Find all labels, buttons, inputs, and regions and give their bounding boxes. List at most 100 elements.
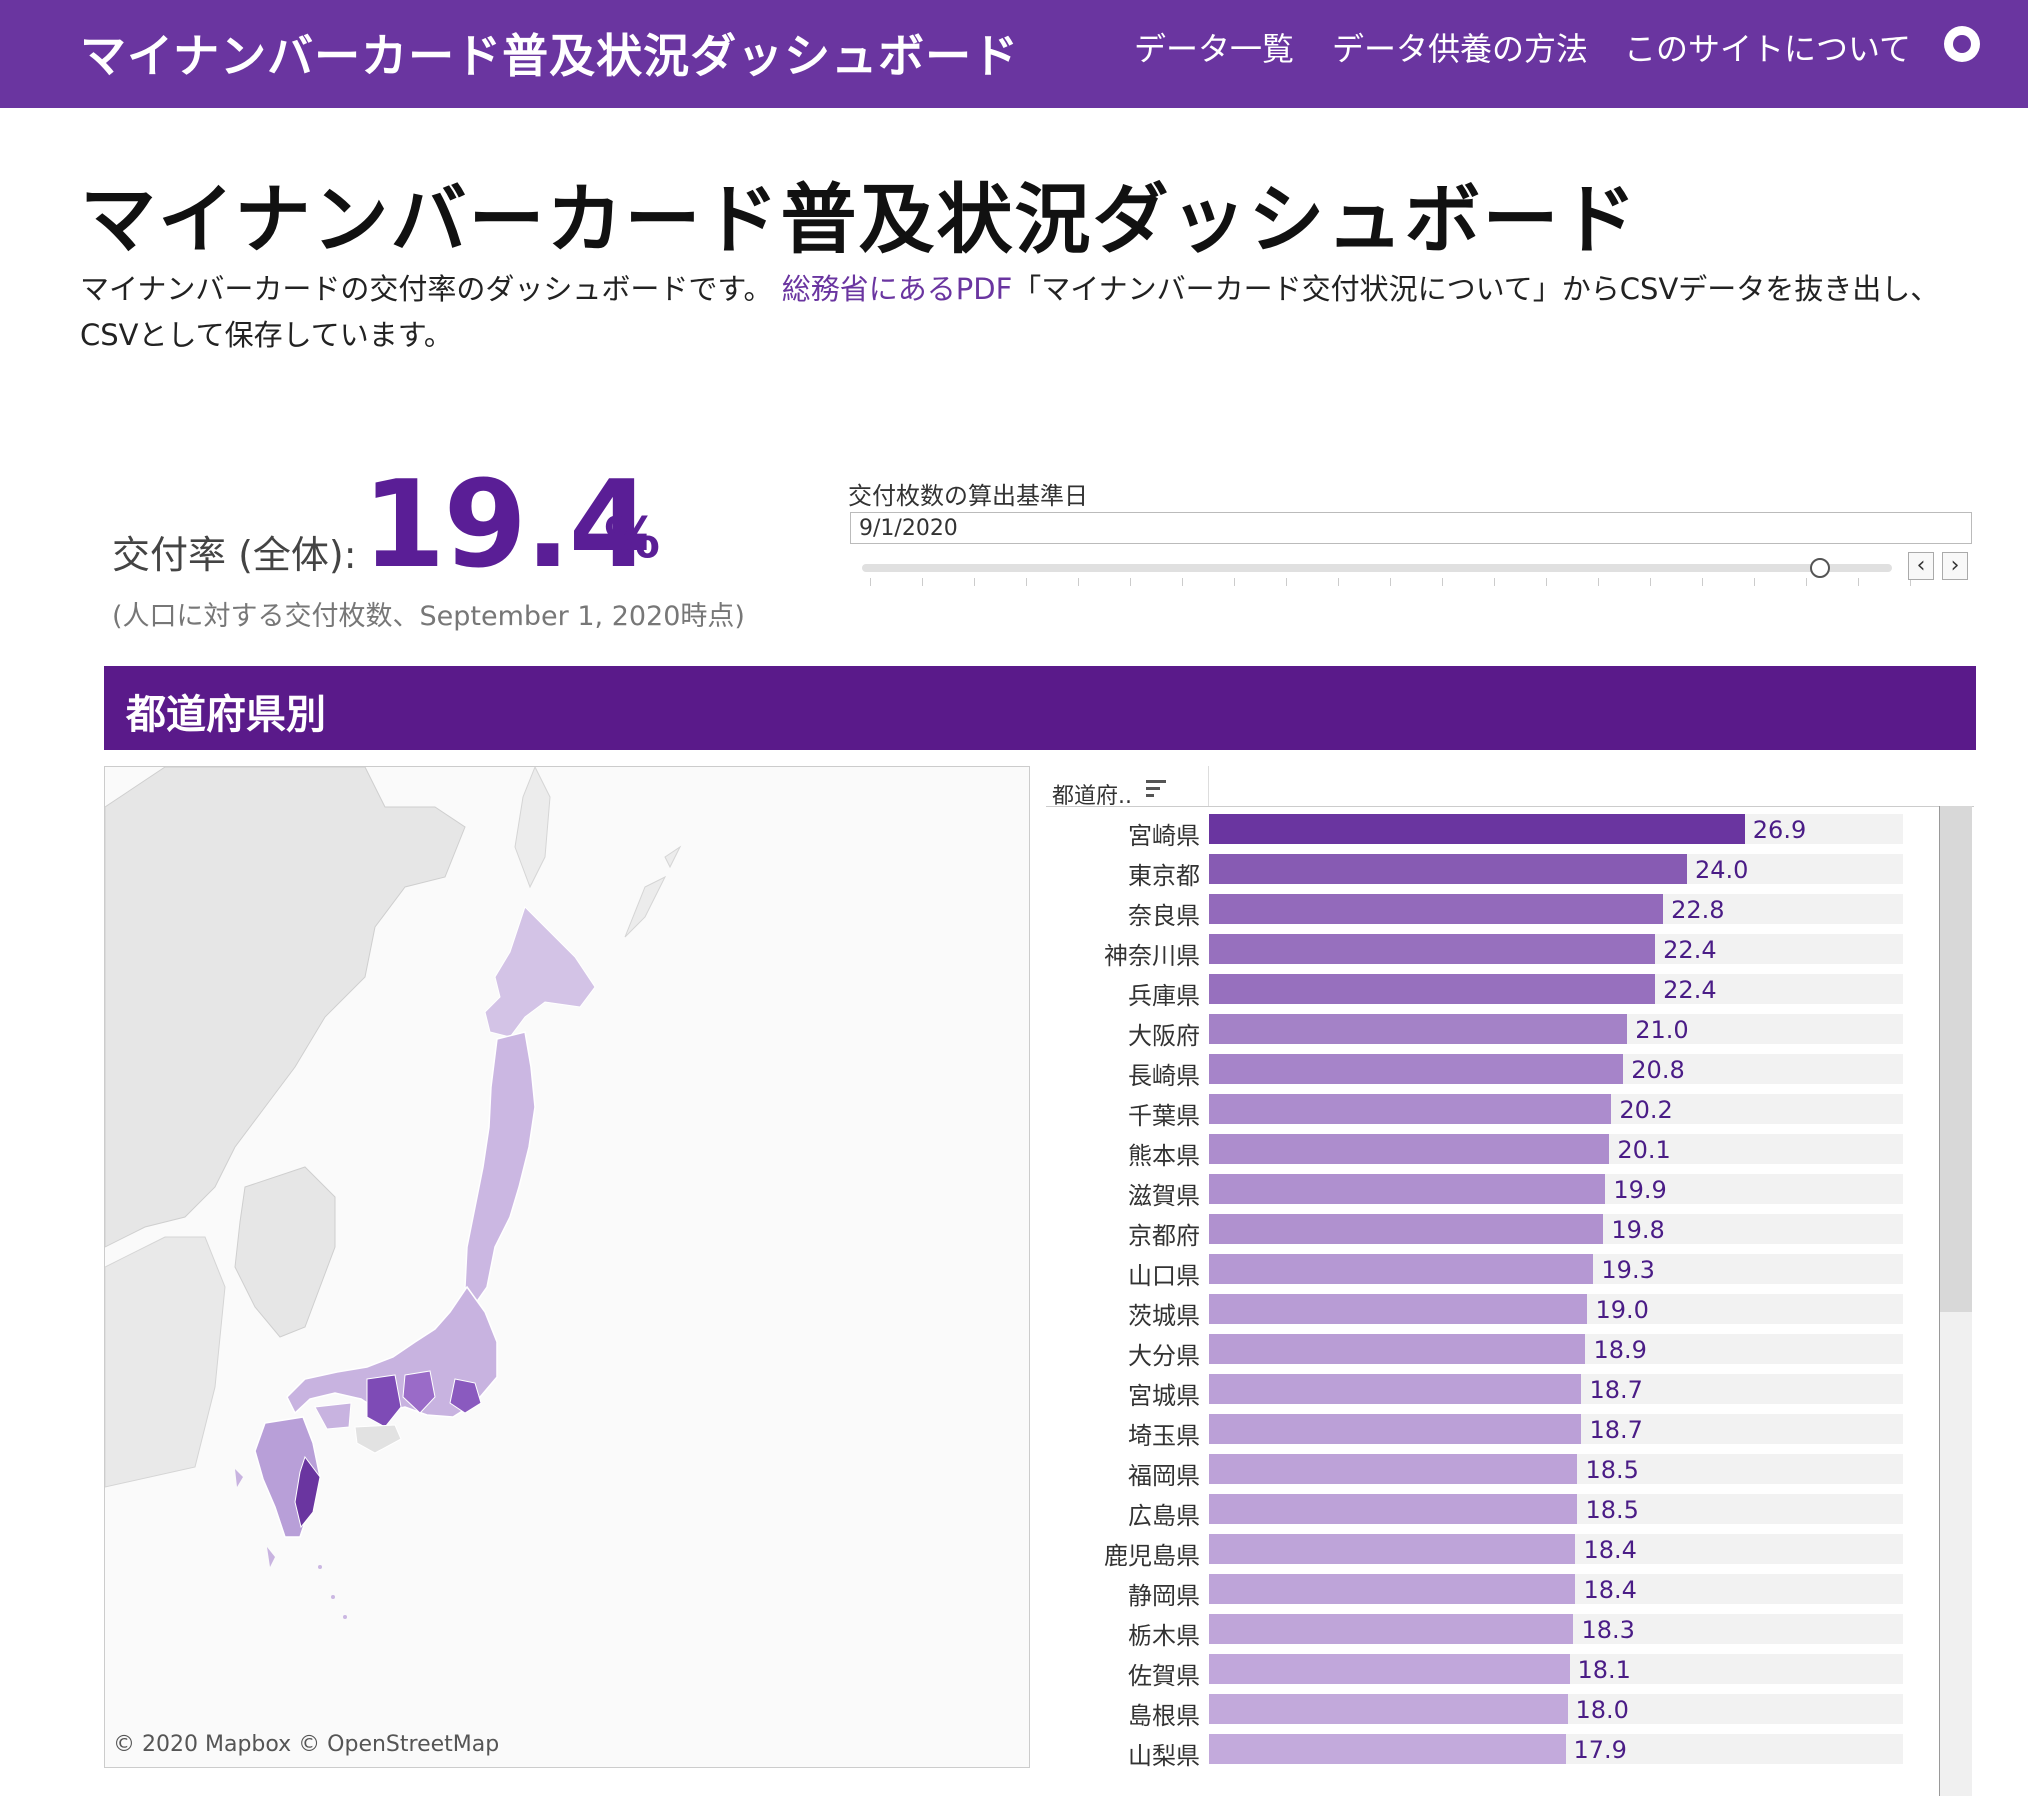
page-title: マイナンバーカード普及状況ダッシュボード bbox=[80, 175, 1639, 264]
header-underline bbox=[1046, 806, 1974, 807]
date-slider-track[interactable] bbox=[862, 564, 1892, 572]
slider-tick bbox=[1858, 578, 1859, 586]
slider-tick bbox=[974, 578, 975, 586]
bar-value-label: 19.3 bbox=[1601, 1256, 1655, 1284]
bar-row[interactable]: 千葉県 20.2 bbox=[1046, 1090, 1936, 1130]
kpi-label: 交付率 (全体): bbox=[112, 533, 357, 577]
bar-mark[interactable] bbox=[1209, 1694, 1568, 1724]
bar-row[interactable]: 熊本県 20.1 bbox=[1046, 1130, 1936, 1170]
bar-mark[interactable] bbox=[1209, 1494, 1578, 1524]
top-navbar: マイナンバーカード普及状況ダッシュボード データ一覧 データ供養の方法 このサイ… bbox=[0, 0, 2028, 108]
bar-value-label: 18.4 bbox=[1583, 1536, 1637, 1564]
bar-value-label: 26.9 bbox=[1752, 816, 1807, 844]
kpi-unit: % bbox=[604, 506, 661, 571]
bar-row[interactable]: 宮崎県 26.9 bbox=[1046, 810, 1936, 850]
bar-mark[interactable] bbox=[1209, 1014, 1628, 1044]
site-brand[interactable]: マイナンバーカード普及状況ダッシュボード bbox=[80, 20, 1019, 86]
bar-value-label: 17.9 bbox=[1573, 1736, 1627, 1764]
bar-value-label: 20.1 bbox=[1617, 1136, 1671, 1164]
prefecture-map[interactable]: © 2020 Mapbox © OpenStreetMap bbox=[104, 766, 1030, 1768]
date-filter-input[interactable] bbox=[850, 512, 1972, 544]
bar-row[interactable]: 島根県 18.0 bbox=[1046, 1690, 1936, 1730]
bar-mark[interactable] bbox=[1209, 1054, 1624, 1084]
bar-row[interactable]: 茨城県 19.0 bbox=[1046, 1290, 1936, 1330]
bar-row[interactable]: 山口県 19.3 bbox=[1046, 1250, 1936, 1290]
map-attribution: © 2020 Mapbox © OpenStreetMap bbox=[113, 1732, 500, 1757]
next-date-button[interactable]: › bbox=[1942, 552, 1968, 580]
bar-value-label: 19.9 bbox=[1613, 1176, 1667, 1204]
bar-row[interactable]: 東京都 24.0 bbox=[1046, 850, 1936, 890]
slider-tick bbox=[1234, 578, 1235, 586]
bar-row[interactable]: 大分県 18.9 bbox=[1046, 1330, 1936, 1370]
bar-row-label: 宮崎県 bbox=[1128, 822, 1200, 850]
bar-value-label: 18.7 bbox=[1589, 1376, 1643, 1404]
bar-row[interactable]: 栃木県 18.3 bbox=[1046, 1610, 1936, 1650]
github-icon[interactable] bbox=[1944, 26, 1980, 62]
bar-row[interactable]: 京都府 19.8 bbox=[1046, 1210, 1936, 1250]
bar-row[interactable]: 広島県 18.5 bbox=[1046, 1490, 1936, 1530]
bar-value-label: 21.0 bbox=[1635, 1016, 1689, 1044]
slider-tick bbox=[1546, 578, 1547, 586]
bar-mark[interactable] bbox=[1209, 934, 1656, 964]
slider-tick bbox=[1494, 578, 1495, 586]
slider-tick bbox=[1598, 578, 1599, 586]
bar-row[interactable]: 佐賀県 18.1 bbox=[1046, 1650, 1936, 1690]
bar-mark[interactable] bbox=[1209, 1134, 1610, 1164]
bar-mark[interactable] bbox=[1209, 974, 1656, 1004]
bar-mark[interactable] bbox=[1209, 1214, 1604, 1244]
bar-row[interactable]: 兵庫県 22.4 bbox=[1046, 970, 1936, 1010]
bar-mark[interactable] bbox=[1209, 1174, 1606, 1204]
bar-value-label: 18.7 bbox=[1589, 1416, 1643, 1444]
bar-row-label: 東京都 bbox=[1128, 862, 1200, 890]
bar-mark[interactable] bbox=[1209, 1534, 1576, 1564]
bar-mark[interactable] bbox=[1209, 1734, 1566, 1764]
bar-value-label: 18.0 bbox=[1575, 1696, 1629, 1724]
bar-mark[interactable] bbox=[1209, 894, 1664, 924]
bar-row[interactable]: 神奈川県 22.4 bbox=[1046, 930, 1936, 970]
bar-mark[interactable] bbox=[1209, 1294, 1588, 1324]
nav-link-about[interactable]: このサイトについて bbox=[1624, 24, 1911, 70]
bar-row-label: 滋賀県 bbox=[1128, 1182, 1200, 1210]
bar-mark[interactable] bbox=[1209, 1374, 1582, 1404]
bar-row[interactable]: 鹿児島県 18.4 bbox=[1046, 1530, 1936, 1570]
mic-pdf-link[interactable]: 総務省にあるPDF bbox=[782, 272, 1013, 306]
slider-tick bbox=[1806, 578, 1807, 586]
bar-row[interactable]: 静岡県 18.4 bbox=[1046, 1570, 1936, 1610]
bar-row-label: 栃木県 bbox=[1128, 1622, 1200, 1650]
nav-link-data-offering[interactable]: データ供養の方法 bbox=[1332, 24, 1588, 70]
bar-row-label: 福岡県 bbox=[1128, 1462, 1200, 1490]
bar-mark[interactable] bbox=[1209, 1574, 1576, 1604]
bar-mark[interactable] bbox=[1209, 1654, 1570, 1684]
bar-row[interactable]: 奈良県 22.8 bbox=[1046, 890, 1936, 930]
bar-row[interactable]: 山梨県 17.9 bbox=[1046, 1730, 1936, 1770]
section-header: 都道府県別 bbox=[104, 666, 1976, 750]
slider-tick bbox=[1754, 578, 1755, 586]
bar-row[interactable]: 大阪府 21.0 bbox=[1046, 1010, 1936, 1050]
bar-value-label: 19.0 bbox=[1595, 1296, 1649, 1324]
bar-row-label: 島根県 bbox=[1128, 1702, 1200, 1730]
bar-mark[interactable] bbox=[1209, 814, 1745, 844]
bar-row-label: 佐賀県 bbox=[1128, 1662, 1200, 1690]
bar-row[interactable]: 福岡県 18.5 bbox=[1046, 1450, 1936, 1490]
slider-tick bbox=[1442, 578, 1443, 586]
bar-mark[interactable] bbox=[1209, 1454, 1578, 1484]
nav-link-data-list[interactable]: データ一覧 bbox=[1134, 24, 1294, 70]
sort-descending-icon[interactable] bbox=[1146, 780, 1168, 800]
bar-mark[interactable] bbox=[1209, 1614, 1574, 1644]
bar-mark[interactable] bbox=[1209, 854, 1688, 884]
bar-mark[interactable] bbox=[1209, 1254, 1594, 1284]
bar-mark[interactable] bbox=[1209, 1334, 1586, 1364]
prev-date-button[interactable]: ‹ bbox=[1908, 552, 1934, 580]
slider-tick bbox=[870, 578, 871, 586]
date-slider-handle[interactable] bbox=[1809, 558, 1830, 578]
bar-row[interactable]: 宮城県 18.7 bbox=[1046, 1370, 1936, 1410]
bar-mark[interactable] bbox=[1209, 1414, 1582, 1444]
prefecture-bar-list: 都道府.. 宮崎県 26.9 東京都 24.0 奈良県 22.8 神奈川県 22.4 兵庫県 22… bbox=[1046, 766, 1976, 1798]
bar-row[interactable]: 長崎県 20.8 bbox=[1046, 1050, 1936, 1090]
vertical-scrollbar-thumb[interactable] bbox=[1940, 806, 1972, 1312]
bar-row[interactable]: 滋賀県 19.9 bbox=[1046, 1170, 1936, 1210]
bar-row-label: 兵庫県 bbox=[1128, 982, 1200, 1010]
bar-mark[interactable] bbox=[1209, 1094, 1612, 1124]
bar-row[interactable]: 埼玉県 18.7 bbox=[1046, 1410, 1936, 1450]
bar-value-label: 18.4 bbox=[1583, 1576, 1637, 1604]
